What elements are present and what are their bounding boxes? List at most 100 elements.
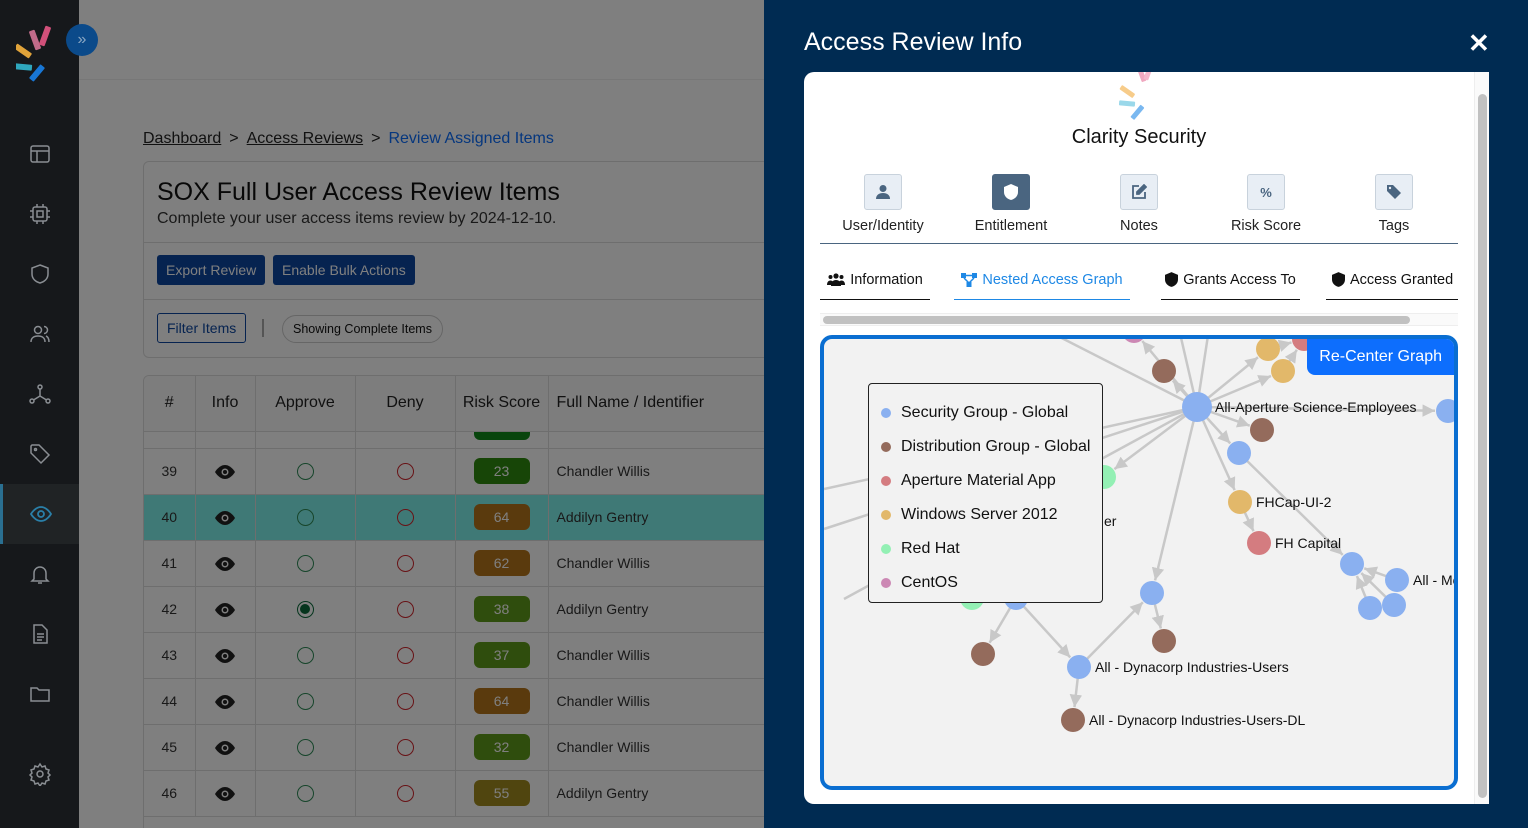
subtab-label: Nested Access Graph xyxy=(982,271,1123,288)
category-notes[interactable]: Notes xyxy=(1074,174,1204,234)
graph-node-label: er xyxy=(1104,513,1117,529)
eye-icon xyxy=(29,506,53,522)
legend-label: Red Hat xyxy=(901,540,960,557)
logo-icon xyxy=(16,25,51,82)
sidebar-item-files[interactable] xyxy=(0,664,79,724)
category-user-identity[interactable]: User/Identity xyxy=(818,174,948,234)
sidebar-item-graph[interactable] xyxy=(0,364,79,424)
nested-access-graph[interactable]: All-Aperture Science-Employees FHCap-UI-2… xyxy=(820,335,1458,790)
brand-name: Clarity Security xyxy=(1071,126,1207,148)
users-icon xyxy=(29,325,50,343)
close-button[interactable]: ✕ xyxy=(1468,28,1490,59)
legend-label: Aperture Material App xyxy=(901,472,1056,489)
graph-node-d1[interactable] xyxy=(1152,359,1176,383)
graph-node-sme3[interactable] xyxy=(1382,593,1406,617)
graph-node-dd1[interactable] xyxy=(1152,629,1176,653)
access-review-info-drawer: Access Review Info ✕ Clarity Security Us… xyxy=(764,0,1528,828)
category-label: Risk Score xyxy=(1230,218,1302,234)
graph-node-fhcapital[interactable] xyxy=(1247,531,1271,555)
sidebar-item-settings[interactable] xyxy=(0,744,79,804)
legend-dot-icon xyxy=(881,578,891,588)
shield-icon xyxy=(1332,272,1345,287)
shield-icon xyxy=(30,264,49,284)
graph-node-sd1[interactable] xyxy=(1140,581,1164,605)
category-label: Tags xyxy=(1378,218,1410,234)
legend-label: CentOS xyxy=(901,574,958,591)
legend-dot-icon xyxy=(881,476,891,486)
chevrons-right-icon: » xyxy=(77,31,87,48)
graph-node-s2[interactable] xyxy=(1227,441,1251,465)
category-label: User/Identity xyxy=(842,218,924,234)
graph-edge xyxy=(1078,601,1144,668)
graph-node-fhcap[interactable] xyxy=(1228,490,1252,514)
category-divider xyxy=(820,243,1458,244)
subtab-grants-access-to[interactable]: Grants Access To xyxy=(1161,268,1300,300)
legend-item: Windows Server 2012 xyxy=(869,498,1102,532)
graph-node-sme2[interactable] xyxy=(1385,568,1409,592)
graph-legend: Security Group - Global Distribution Grou… xyxy=(868,383,1103,603)
graph-node-dynu[interactable] xyxy=(1067,655,1091,679)
subtab-access-granted-by[interactable]: Access Granted I xyxy=(1326,268,1458,300)
graph-node-dyndl[interactable] xyxy=(1061,708,1085,732)
graph-node-label: All - Dynacorp Industries-Users-DL xyxy=(1089,712,1305,728)
horizontal-scrollbar[interactable] xyxy=(820,313,1458,326)
graph-node-sright[interactable] xyxy=(1436,399,1454,423)
close-icon: ✕ xyxy=(1468,28,1490,58)
graph-edge xyxy=(1015,597,1072,659)
subtab-information[interactable]: Information xyxy=(820,268,930,300)
expand-sidebar-button[interactable]: » xyxy=(66,24,98,56)
category-label: Entitlement xyxy=(974,218,1048,234)
subtab-label: Access Granted I xyxy=(1350,271,1458,288)
category-entitlement[interactable]: Entitlement xyxy=(946,174,1076,234)
user-icon xyxy=(864,174,902,210)
drawer-title: Access Review Info xyxy=(804,28,1023,56)
sidebar-item-tags[interactable] xyxy=(0,424,79,484)
clarity-logo-icon xyxy=(1119,72,1154,120)
category-tags[interactable]: Tags xyxy=(1329,174,1459,234)
legend-label: Distribution Group - Global xyxy=(901,438,1091,455)
sidebar-item-notifications[interactable] xyxy=(0,544,79,604)
graph-node-dl[interactable] xyxy=(971,642,995,666)
users-icon xyxy=(827,273,846,286)
folder-icon xyxy=(29,687,50,702)
graph-node-label: FH Capital xyxy=(1275,535,1341,551)
graph-node-label: FHCap-UI-2 xyxy=(1256,494,1332,510)
legend-label: Security Group - Global xyxy=(901,404,1069,421)
sidebar-item-reviews[interactable] xyxy=(0,484,79,544)
tag-icon xyxy=(1375,174,1413,210)
graph-node-hub[interactable] xyxy=(1182,392,1212,422)
legend-dot-icon xyxy=(881,510,891,520)
sidebar-item-dashboard[interactable] xyxy=(0,124,79,184)
legend-item: Security Group - Global xyxy=(869,396,1102,430)
sidebar-item-applications[interactable] xyxy=(0,184,79,244)
graph-node-label: All-Aperture Science-Employees xyxy=(1215,399,1417,415)
graph-node-sme4[interactable] xyxy=(1358,596,1382,620)
category-risk-score[interactable]: % Risk Score xyxy=(1201,174,1331,234)
sidebar-item-entitlements[interactable] xyxy=(0,244,79,304)
scrollbar-thumb[interactable] xyxy=(1478,94,1487,798)
legend-item: Distribution Group - Global xyxy=(869,430,1102,464)
graph-node-w1[interactable] xyxy=(1256,339,1280,361)
sidebar-item-reports[interactable] xyxy=(0,604,79,664)
scrollbar-thumb[interactable] xyxy=(823,316,1410,324)
sidebar xyxy=(0,0,79,828)
vertical-scrollbar[interactable] xyxy=(1474,72,1489,804)
bell-icon xyxy=(29,566,50,584)
layout-icon xyxy=(29,145,50,163)
graph-node-d2[interactable] xyxy=(1250,418,1274,442)
legend-dot-icon xyxy=(881,442,891,452)
drawer-panel: Clarity Security User/Identity Entitleme… xyxy=(804,72,1489,804)
legend-item: Aperture Material App xyxy=(869,464,1102,498)
modal-backdrop[interactable] xyxy=(79,0,843,828)
category-label: Notes xyxy=(1120,218,1158,234)
graph-node-w2[interactable] xyxy=(1271,359,1295,383)
legend-dot-icon xyxy=(881,408,891,418)
shield-icon xyxy=(1165,272,1179,287)
edit-icon xyxy=(1120,174,1158,210)
graph-node-sme1[interactable] xyxy=(1340,552,1364,576)
recenter-graph-button[interactable]: Re-Center Graph xyxy=(1307,339,1454,375)
subtab-nested-access-graph[interactable]: Nested Access Graph xyxy=(954,268,1130,300)
graph-node-label: All - Dynacorp Industries-Users xyxy=(1095,659,1289,675)
sidebar-item-identities[interactable] xyxy=(0,304,79,364)
document-icon xyxy=(32,624,48,644)
